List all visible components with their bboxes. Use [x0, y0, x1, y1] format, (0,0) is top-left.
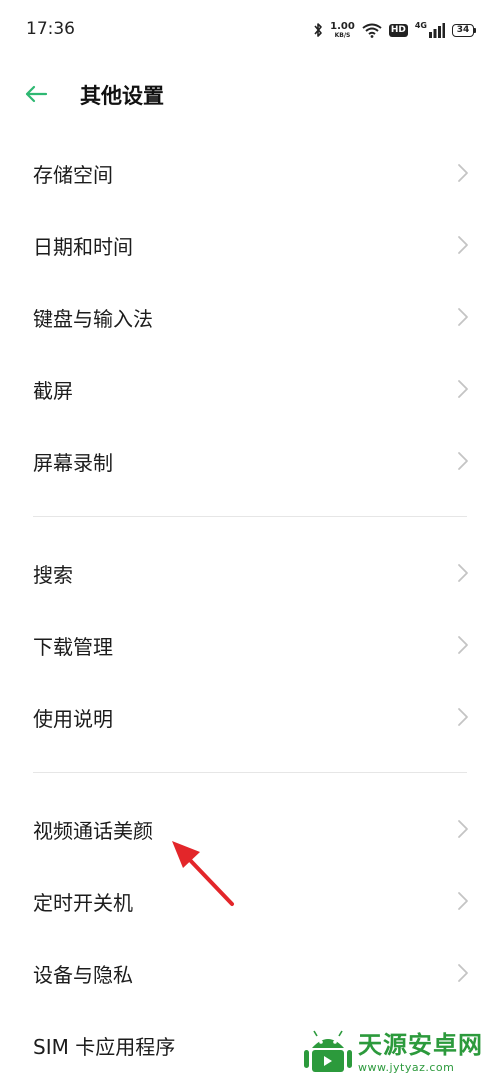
settings-item-label: 视频通话美颜	[33, 818, 153, 843]
settings-item-label: 存储空间	[33, 162, 113, 187]
battery-icon: 34	[452, 23, 476, 37]
wifi-icon	[362, 23, 382, 38]
settings-item-label: 使用说明	[33, 706, 113, 731]
chevron-right-icon	[458, 708, 468, 726]
settings-item-label: 定时开关机	[33, 890, 133, 915]
android-logo-icon	[304, 1030, 352, 1072]
arrow-left-icon	[25, 85, 48, 103]
settings-item-label: 搜索	[33, 562, 73, 587]
chevron-right-icon	[458, 636, 468, 654]
chevron-right-icon	[458, 964, 468, 982]
settings-item-label: 键盘与输入法	[33, 306, 153, 331]
settings-item-device-privacy[interactable]: 设备与隐私	[0, 940, 500, 1006]
settings-item-date-time[interactable]: 日期和时间	[0, 212, 500, 278]
settings-item-label: 截屏	[33, 378, 73, 403]
back-button[interactable]	[24, 78, 64, 110]
signal-bars-icon	[429, 22, 445, 38]
watermark-url: www.jytyaz.com	[358, 1060, 455, 1074]
chevron-right-icon	[458, 452, 468, 470]
settings-item-label: 下载管理	[33, 634, 113, 659]
chevron-right-icon	[458, 820, 468, 838]
cellular-signal: 4G	[414, 20, 445, 38]
hd-badge: HD	[388, 23, 408, 37]
settings-item-keyboard-input[interactable]: 键盘与输入法	[0, 284, 500, 350]
settings-item-download-manager[interactable]: 下载管理	[0, 612, 500, 678]
watermark: 天源安卓网 www.jytyaz.com	[302, 1026, 492, 1080]
settings-item-label: 屏幕录制	[33, 450, 113, 475]
network-speed-value: 1.00	[330, 20, 355, 32]
settings-item-storage[interactable]: 存储空间	[0, 140, 500, 206]
network-speed: 1.00 KB/S	[330, 20, 355, 39]
network-type: 4G	[414, 20, 427, 30]
watermark-title: 天源安卓网	[358, 1031, 483, 1060]
network-speed-unit: KB/S	[334, 31, 351, 39]
settings-item-search[interactable]: 搜索	[0, 540, 500, 606]
chevron-right-icon	[458, 892, 468, 910]
page-title: 其他设置	[80, 84, 164, 108]
group-divider	[33, 516, 467, 517]
chevron-right-icon	[458, 308, 468, 326]
settings-item-scheduled-power[interactable]: 定时开关机	[0, 868, 500, 934]
chevron-right-icon	[458, 564, 468, 582]
status-time: 17:36	[26, 19, 75, 39]
chevron-right-icon	[458, 164, 468, 182]
settings-item-video-call-beauty[interactable]: 视频通话美颜	[0, 796, 500, 862]
page-header: 其他设置	[0, 64, 500, 124]
settings-item-label: 设备与隐私	[33, 962, 133, 987]
bluetooth-icon	[314, 23, 322, 37]
status-bar: 17:36 1.00 KB/S HD 4G 34	[0, 0, 500, 60]
group-divider	[33, 772, 467, 773]
settings-item-screen-recording[interactable]: 屏幕录制	[0, 428, 500, 494]
settings-item-label: 日期和时间	[33, 234, 133, 259]
settings-item-screenshot[interactable]: 截屏	[0, 356, 500, 422]
battery-level: 34	[452, 23, 474, 37]
chevron-right-icon	[458, 380, 468, 398]
status-icons: 1.00 KB/S HD 4G 34	[313, 18, 476, 42]
chevron-right-icon	[458, 236, 468, 254]
settings-item-label: SIM 卡应用程序	[33, 1034, 176, 1059]
settings-item-user-guide[interactable]: 使用说明	[0, 684, 500, 750]
